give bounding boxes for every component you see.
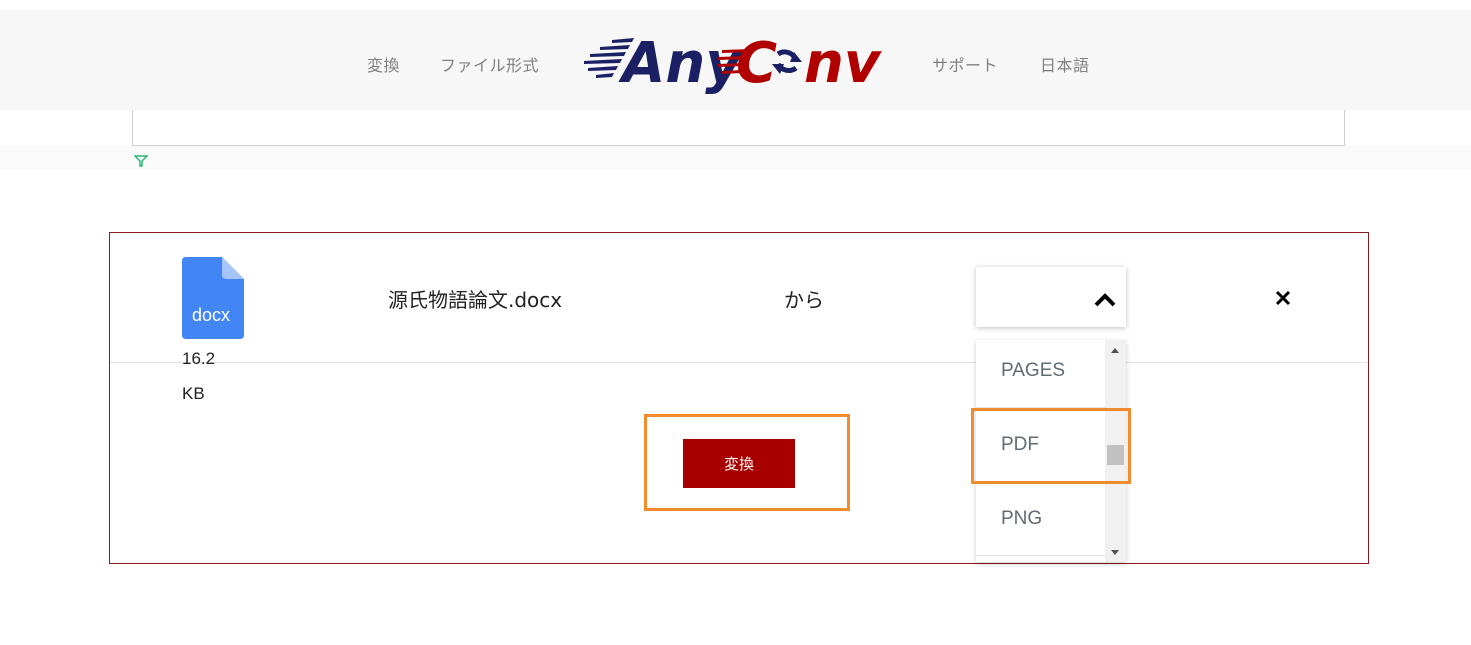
file-name: 源氏物語論文.docx: [388, 288, 563, 312]
nav-support[interactable]: サポート: [932, 52, 998, 76]
anyconv-logo[interactable]: Any C nv: [582, 30, 887, 94]
ad-frame: [132, 110, 1345, 146]
file-size-unit: KB: [182, 384, 205, 403]
scroll-down-arrow-icon[interactable]: [1111, 550, 1119, 555]
logo-nv-text: nv: [804, 31, 882, 94]
panel-divider: [110, 362, 1367, 363]
close-icon[interactable]: [1275, 290, 1291, 306]
convert-button[interactable]: 変換: [683, 439, 795, 488]
nav-convert[interactable]: 変換: [367, 52, 400, 76]
file-size-value: 16.2: [182, 349, 216, 368]
nav-language[interactable]: 日本語: [1040, 52, 1090, 76]
dropdown-option-png[interactable]: PNG: [976, 482, 1106, 556]
chevron-up-icon[interactable]: [1093, 290, 1117, 308]
file-size: 16.2 KB: [182, 341, 242, 411]
docx-file-icon: docx: [182, 257, 244, 339]
conversion-panel: [109, 232, 1369, 564]
nav-file-formats[interactable]: ファイル形式: [440, 52, 539, 76]
logo-c-text: C: [736, 31, 777, 94]
ad-strip: [0, 146, 1471, 170]
from-label: から: [784, 288, 824, 312]
logo-any-text: Any: [618, 31, 744, 94]
dropdown-option-pages[interactable]: PAGES: [976, 340, 1106, 408]
scroll-up-arrow-icon[interactable]: [1111, 348, 1119, 353]
pdf-highlight-box: [971, 408, 1131, 484]
file-type-label: docx: [192, 305, 230, 325]
ad-choices-icon[interactable]: [134, 154, 148, 168]
